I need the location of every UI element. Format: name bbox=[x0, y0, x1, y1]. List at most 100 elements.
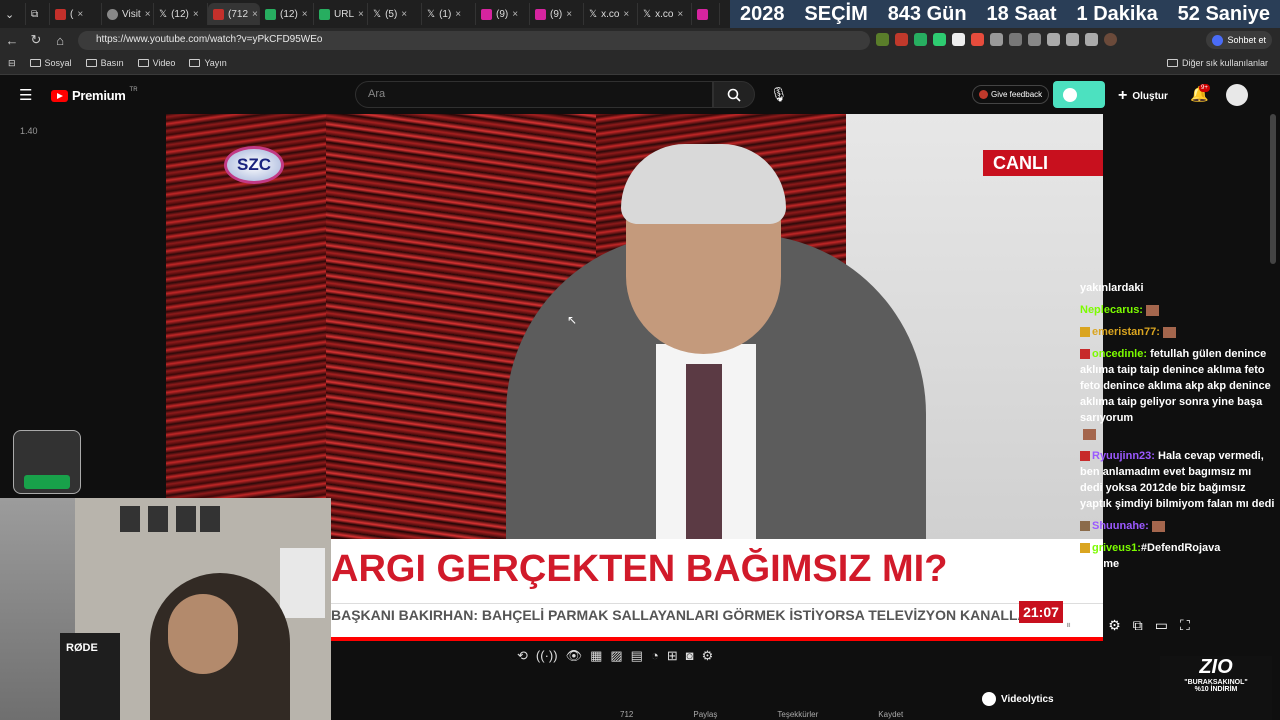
extension-icons bbox=[876, 33, 1117, 46]
add-icon[interactable]: ⊞ bbox=[667, 648, 678, 664]
browser-tab-6[interactable]: URL × bbox=[314, 3, 368, 25]
film-icon[interactable]: ▦ bbox=[590, 648, 602, 664]
copilot-button[interactable]: Sohbet et bbox=[1206, 31, 1272, 49]
browser-tab-7[interactable]: 𝕏 (5) × bbox=[368, 3, 422, 25]
favorites-icon[interactable] bbox=[1047, 33, 1060, 46]
page-scrollbar[interactable] bbox=[1270, 114, 1276, 264]
eye-icon[interactable]: 👁 bbox=[566, 648, 583, 664]
home-icon[interactable]: ⌂ bbox=[48, 33, 72, 48]
browser-tab-1[interactable]: (× bbox=[50, 3, 102, 25]
notification-badge: 9+ bbox=[1199, 84, 1210, 92]
folder-icon bbox=[137, 59, 149, 67]
countdown-year: 2028 bbox=[739, 2, 785, 25]
frame-icon[interactable]: ▤ bbox=[631, 648, 643, 664]
extension-icon[interactable] bbox=[1028, 33, 1041, 46]
copilot-label: Sohbet et bbox=[1227, 35, 1266, 45]
extension-icon[interactable] bbox=[990, 33, 1003, 46]
countdown-seconds: 52 Saniye bbox=[1177, 2, 1270, 25]
jar-contents bbox=[24, 475, 70, 489]
election-countdown: 2028 SEÇİM 843 Gün 18 Saat 1 Dakika 52 S… bbox=[730, 0, 1280, 28]
youtube-logo[interactable]: Premium TR bbox=[51, 87, 138, 103]
videolytics-widget[interactable]: Videolytics bbox=[982, 692, 1054, 706]
premium-label: Premium bbox=[72, 88, 126, 103]
pause-indicator-icon[interactable]: ⏸ bbox=[1066, 620, 1071, 631]
extension-icon[interactable] bbox=[933, 33, 946, 46]
extension-icon[interactable] bbox=[876, 33, 889, 46]
user-badge-icon bbox=[1080, 349, 1090, 360]
microphone-icon[interactable]: 🎙 bbox=[770, 86, 788, 103]
thanks-button[interactable]: Teşekkürler bbox=[777, 710, 818, 719]
extension-icon[interactable] bbox=[1009, 33, 1022, 46]
profile-avatar[interactable] bbox=[1104, 33, 1117, 46]
search-placeholder: Ara bbox=[368, 88, 386, 100]
browser-tab-9[interactable]: (9) × bbox=[476, 3, 530, 25]
bookmark-folder-sosyal[interactable]: Sosyal bbox=[29, 58, 72, 68]
bookmark-folder-basin[interactable]: Basın bbox=[85, 58, 124, 68]
guest-tie bbox=[686, 364, 722, 544]
screenshot-icon[interactable]: ◙ bbox=[686, 648, 694, 664]
browser-tab-11[interactable]: 𝕏x.co × bbox=[584, 3, 638, 25]
emote-icon bbox=[1083, 428, 1096, 440]
reload-icon[interactable]: ↻ bbox=[24, 32, 48, 48]
browser-tab-10[interactable]: (9) × bbox=[530, 3, 584, 25]
hamburger-menu-icon[interactable]: ☰ bbox=[19, 86, 32, 104]
settings-gear-icon[interactable]: ⚙ bbox=[1108, 617, 1121, 634]
theater-mode-icon[interactable]: ▭ bbox=[1155, 617, 1168, 634]
browser-tab-3[interactable]: 𝕏 (12) × bbox=[154, 3, 208, 25]
browser-tab-13[interactable] bbox=[692, 3, 720, 25]
wall-photo bbox=[200, 506, 220, 532]
stream-jar-widget bbox=[13, 430, 81, 494]
url-text: https://www.youtube.com/watch?v=yPkCFD95… bbox=[96, 34, 323, 45]
extension-icon[interactable] bbox=[952, 33, 965, 46]
speed-icon[interactable]: ◔ bbox=[651, 648, 659, 664]
picture-icon[interactable]: ▨ bbox=[610, 648, 622, 664]
channel-logo: SZC bbox=[224, 146, 284, 184]
collections-icon[interactable] bbox=[1066, 33, 1079, 46]
bookmarks-icon[interactable]: ⊟ bbox=[8, 58, 16, 69]
browser-tab-2[interactable]: Visit × bbox=[102, 3, 154, 25]
workspaces-icon[interactable]: ⧉ bbox=[26, 3, 50, 25]
plus-icon: + bbox=[1118, 87, 1128, 104]
extension-icon[interactable] bbox=[914, 33, 927, 46]
search-button[interactable] bbox=[713, 81, 755, 108]
live-chat-overlay: yakınlardaki Neplecarus: emeristan77: on… bbox=[1080, 280, 1276, 600]
extension-settings-icon[interactable]: ⚙ bbox=[702, 648, 714, 664]
countdown-label: SEÇİM bbox=[804, 2, 868, 25]
other-favorites[interactable]: Diğer sık kullanılanlar bbox=[1166, 58, 1268, 68]
search-input[interactable]: Ara bbox=[355, 81, 713, 108]
extension-toggle-button[interactable] bbox=[1053, 81, 1105, 108]
subtitles-icon[interactable]: ▭ bbox=[1083, 617, 1096, 634]
wall-photo bbox=[120, 506, 140, 532]
extension-icon[interactable] bbox=[971, 33, 984, 46]
broadcast-clock: 21:07 bbox=[1019, 601, 1063, 623]
url-field[interactable]: https://www.youtube.com/watch?v=yPkCFD95… bbox=[78, 31, 870, 50]
extension-icon[interactable] bbox=[895, 33, 908, 46]
more-icon[interactable] bbox=[1085, 33, 1098, 46]
tab-actions-menu[interactable]: ⌄ bbox=[0, 3, 26, 25]
browser-tab-8[interactable]: 𝕏 (1) × bbox=[422, 3, 476, 25]
fullscreen-icon[interactable]: ⛶ bbox=[1180, 617, 1190, 634]
miniplayer-icon[interactable]: ⧉ bbox=[1133, 617, 1143, 634]
live-badge: CANLI bbox=[983, 150, 1103, 176]
bookmark-folder-yayin[interactable]: Yayın bbox=[189, 58, 227, 68]
chat-message: emeristan77: bbox=[1080, 324, 1276, 340]
browser-tab-active[interactable]: (712 × bbox=[208, 3, 260, 25]
account-avatar[interactable] bbox=[1226, 84, 1248, 106]
browser-tab-5[interactable]: (12) × bbox=[260, 3, 314, 25]
save-button[interactable]: Kaydet bbox=[878, 710, 903, 719]
user-badge-icon bbox=[1080, 521, 1090, 532]
sponsor-logo: ZIO bbox=[1199, 656, 1233, 678]
emote-icon bbox=[1151, 520, 1165, 532]
create-button[interactable]: + Oluştur bbox=[1118, 87, 1168, 105]
news-headline: ARGI GERÇEKTEN BAĞIMSIZ MI? bbox=[331, 548, 948, 590]
like-button[interactable]: 712 bbox=[620, 710, 633, 719]
loop-icon[interactable]: ⟲ bbox=[517, 648, 528, 664]
back-icon[interactable]: ← bbox=[0, 33, 24, 48]
browser-tab-12[interactable]: 𝕏x.co × bbox=[638, 3, 692, 25]
news-lower-third: ARGI GERÇEKTEN BAĞIMSIZ MI? BAŞKANI BAKI… bbox=[331, 539, 1103, 641]
audio-icon[interactable]: ((·)) bbox=[536, 648, 558, 664]
share-button[interactable]: Paylaş bbox=[693, 710, 717, 719]
folder-icon bbox=[1166, 59, 1178, 67]
give-feedback-button[interactable]: Give feedback bbox=[972, 85, 1050, 104]
bookmark-folder-video[interactable]: Video bbox=[137, 58, 175, 68]
